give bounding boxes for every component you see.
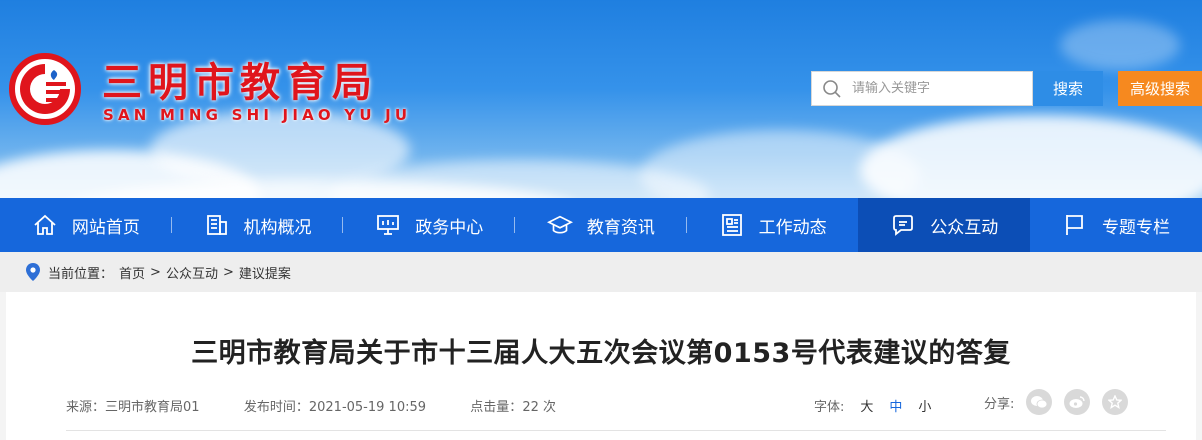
site-subtitle: SAN MING SHI JIAO YU JU: [103, 106, 412, 124]
site-header: 三明市教育局 SAN MING SHI JIAO YU JU 搜索 高级搜索: [0, 0, 1202, 198]
nav-label: 教育资讯: [586, 217, 655, 238]
breadcrumb-interaction[interactable]: 公众互动: [166, 263, 218, 282]
flag-icon: [1062, 212, 1088, 238]
breadcrumb-separator: >: [222, 264, 234, 280]
site-title[interactable]: 三明市教育局: [102, 50, 378, 108]
nav-label: 公众互动: [930, 217, 999, 238]
nav-item-gov[interactable]: 政务中心: [343, 198, 516, 252]
search-input[interactable]: [852, 81, 1027, 96]
advanced-search-button[interactable]: 高级搜索: [1118, 71, 1202, 106]
article-meta: 来源：三明市教育局01 发布时间：2021-05-19 10:59 点击量：22…: [66, 396, 556, 415]
font-size-switcher: 字体: 大 中 小: [814, 396, 931, 415]
views-value: 22 次: [522, 400, 556, 415]
date-label: 发布时间：: [243, 400, 309, 415]
source-label: 来源：: [66, 400, 106, 415]
favorite-star-icon[interactable]: [1102, 389, 1129, 415]
logo-emblem-icon[interactable]: [8, 52, 82, 126]
views-label: 点击量：: [470, 400, 523, 415]
home-icon: [32, 212, 58, 238]
building-icon: [204, 212, 230, 238]
nav-label: 机构概况: [243, 217, 312, 238]
wechat-icon[interactable]: [1026, 389, 1053, 415]
nav-label: 工作动态: [758, 217, 827, 238]
nav-item-work[interactable]: 工作动态: [687, 198, 859, 252]
source-value: 三明市教育局01: [105, 400, 200, 415]
share-bar: 分享:: [984, 389, 1129, 415]
nav-item-home[interactable]: 网站首页: [0, 198, 172, 252]
font-size-medium[interactable]: 中: [889, 396, 902, 415]
breadcrumb-home[interactable]: 首页: [119, 263, 145, 282]
search-icon: [812, 71, 852, 106]
weibo-icon[interactable]: [1064, 389, 1091, 415]
divider: [66, 430, 1166, 431]
font-size-small[interactable]: 小: [918, 396, 931, 415]
chat-icon: [890, 212, 916, 238]
breadcrumb-separator: >: [150, 264, 161, 280]
graduation-cap-icon: [546, 212, 573, 238]
share-label: 分享:: [984, 396, 1015, 412]
nav-item-interaction[interactable]: 公众互动: [858, 198, 1031, 252]
font-size-large[interactable]: 大: [860, 396, 873, 415]
newspaper-icon: [719, 212, 745, 238]
presentation-icon: [375, 212, 401, 238]
search-button[interactable]: 搜索: [1033, 71, 1103, 106]
nav-item-news[interactable]: 教育资讯: [515, 198, 687, 252]
breadcrumb-proposals[interactable]: 建议提案: [239, 263, 291, 282]
nav-item-special[interactable]: 专题专栏: [1030, 198, 1202, 252]
article-title: 三明市教育局关于市十三届人大五次会议第0153号代表建议的答复: [191, 338, 1011, 369]
font-size-label: 字体:: [814, 400, 845, 415]
article-panel: 三明市教育局关于市十三届人大五次会议第0153号代表建议的答复 来源：三明市教育…: [6, 292, 1196, 440]
breadcrumb-prefix: 当前位置：: [48, 266, 114, 282]
location-pin-icon: [26, 263, 40, 281]
main-nav: 网站首页 机构概况 政务中心 教育资讯 工作动态 公众互动 专题专栏: [0, 198, 1202, 252]
nav-item-about[interactable]: 机构概况: [172, 198, 344, 252]
date-value: 2021-05-19 10:59: [308, 400, 427, 415]
breadcrumb: 当前位置： 首页 > 公众互动 > 建议提案: [0, 252, 1202, 292]
nav-label: 政务中心: [415, 217, 484, 238]
nav-label: 专题专栏: [1101, 217, 1170, 238]
nav-label: 网站首页: [71, 217, 140, 238]
search-box: [811, 71, 1033, 106]
